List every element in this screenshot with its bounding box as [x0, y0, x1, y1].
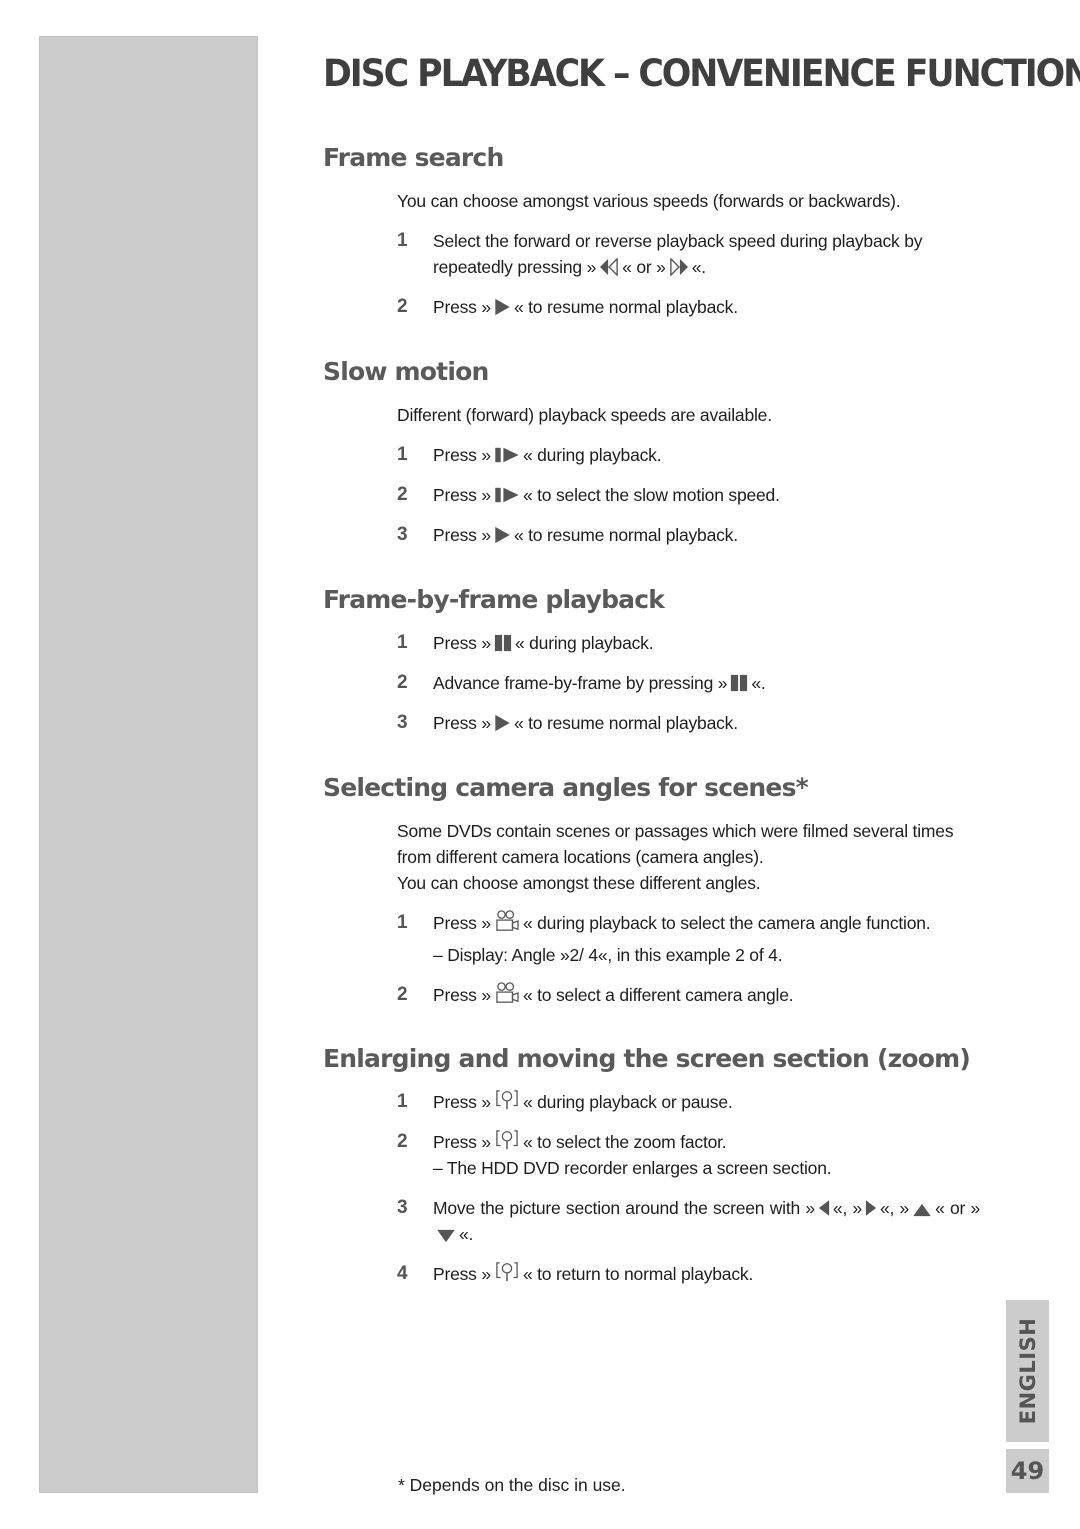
step-text: « to resume normal playback. [513, 713, 738, 733]
play-icon [494, 526, 511, 544]
step-number: 3 [397, 1197, 408, 1218]
step-item: 1 Press » « during playback or pause. [397, 1089, 980, 1115]
section-heading: Enlarging and moving the screen section … [323, 1044, 971, 1073]
step-item: 3 Press » « to resume normal playback. [397, 522, 983, 548]
step-number: 1 [397, 444, 408, 465]
step-text: « during playback. [514, 633, 654, 653]
step-text: Move the picture section around the scre… [433, 1198, 815, 1218]
pause-icon [494, 634, 512, 652]
step-item: 1 Select the forward or reverse playback… [397, 228, 983, 280]
zoom-icon [494, 1129, 520, 1151]
step-item: 2 Press » « to resume normal playback. [397, 294, 983, 320]
page-title: DISC PLAYBACK – CONVENIENCE FUNCTIONS [323, 52, 1080, 95]
play-icon [494, 298, 511, 316]
slow-motion-icon [494, 486, 520, 504]
step-text: « during playback to select the camera a… [522, 913, 931, 933]
step-text: Press » [433, 913, 491, 933]
section-camera-angles: Selecting camera angles for scenes* Some… [323, 772, 983, 1008]
section-heading: Slow motion [323, 357, 489, 386]
step-note: – Display: Angle »2/ 4«, in this example… [433, 945, 783, 965]
section-frame-by-frame: Frame-by-frame playback 1 Press » « durin… [323, 584, 983, 736]
step-item: 3 Move the picture section around the sc… [397, 1195, 980, 1247]
step-text: Advance frame-by-frame by pressing » [433, 673, 728, 693]
step-text: «. [751, 673, 766, 693]
pause-icon [730, 674, 748, 692]
language-tab: ENGLISH [1006, 1300, 1049, 1442]
step-text: Press » [433, 1132, 491, 1152]
page-number: 49 [1006, 1449, 1049, 1493]
rewind-icon [599, 258, 619, 276]
step-text: Press » [433, 713, 491, 733]
section-frame-search: Frame search You can choose amongst vari… [323, 142, 983, 320]
step-note: – The HDD DVD recorder enlarges a screen… [433, 1158, 832, 1178]
footnote: * Depends on the disc in use. [398, 1475, 626, 1495]
step-text: « to resume normal playback. [513, 297, 738, 317]
step-item: 1 Press » « during playback to select the… [397, 910, 983, 936]
zoom-icon [494, 1089, 520, 1111]
step-text: «, » [832, 1198, 862, 1218]
step-text: « to select a different camera angle. [522, 985, 794, 1005]
step-number: 2 [397, 672, 408, 693]
step-text: « or » [935, 1198, 981, 1218]
step-item: 1 Press » « during playback. [397, 630, 983, 656]
intro-text: You can choose amongst these different a… [397, 873, 761, 893]
step-text: Press » [433, 297, 491, 317]
step-text: Press » [433, 1264, 491, 1284]
step-number: 1 [397, 1091, 408, 1112]
section-heading: Frame search [323, 143, 504, 172]
arrow-down-icon [436, 1229, 456, 1243]
step-text: « to select the slow motion speed. [522, 485, 780, 505]
section-heading: Frame-by-frame playback [323, 585, 665, 614]
intro-text: Different (forward) playback speeds are … [397, 405, 772, 425]
step-item: 2 Advance frame-by-frame by pressing » «. [397, 670, 983, 696]
arrow-right-icon [865, 1199, 877, 1217]
step-text: « during playback or pause. [522, 1092, 733, 1112]
intro-text: You can choose amongst various speeds (f… [397, 191, 901, 211]
step-text: « during playback. [522, 445, 662, 465]
step-number: 2 [397, 296, 408, 317]
arrow-up-icon [912, 1203, 932, 1217]
step-item: 1 Press » « during playback. [397, 442, 983, 468]
step-item: 4 Press » « to return to normal playback. [397, 1261, 980, 1287]
step-number: 3 [397, 712, 408, 733]
step-text: Press » [433, 445, 491, 465]
step-item: 3 Press » « to resume normal playback. [397, 710, 983, 736]
step-text: Press » [433, 1092, 491, 1112]
step-text: «. [691, 257, 706, 277]
step-item: 2 Press » « to select the zoom factor. [397, 1129, 980, 1155]
section-heading: Selecting camera angles for scenes* [323, 773, 809, 802]
step-text: « to select the zoom factor. [522, 1132, 727, 1152]
step-text: Press » [433, 485, 491, 505]
step-text: Press » [433, 633, 491, 653]
step-item: 2 Press » « to select the slow motion spe… [397, 482, 983, 508]
intro-text: Some DVDs contain scenes or passages whi… [397, 821, 954, 867]
step-text: «, » [880, 1198, 910, 1218]
step-number: 2 [397, 484, 408, 505]
step-number: 1 [397, 632, 408, 653]
step-number: 4 [397, 1263, 408, 1284]
step-text: Press » [433, 985, 491, 1005]
fast-forward-icon [669, 258, 689, 276]
camera-angle-icon [494, 982, 520, 1004]
zoom-icon [494, 1261, 520, 1283]
step-number: 2 [397, 984, 408, 1005]
step-text: « to resume normal playback. [513, 525, 738, 545]
step-number: 2 [397, 1131, 408, 1152]
step-number: 1 [397, 912, 408, 933]
language-label: ENGLISH [1015, 1317, 1040, 1425]
camera-angle-icon [494, 910, 520, 932]
step-number: 1 [397, 230, 408, 251]
arrow-left-icon [818, 1199, 830, 1217]
play-icon [494, 714, 511, 732]
slow-motion-icon [494, 446, 520, 464]
step-item: 2 Press » « to select a different camera … [397, 982, 983, 1008]
sidebar-panel [39, 36, 258, 1493]
step-number: 3 [397, 524, 408, 545]
step-text: «. [459, 1224, 474, 1244]
step-text: « or » [622, 257, 666, 277]
step-text: Press » [433, 525, 491, 545]
section-slow-motion: Slow motion Different (forward) playback… [323, 356, 983, 548]
section-zoom: Enlarging and moving the screen section … [323, 1043, 1003, 1287]
step-text: « to return to normal playback. [522, 1264, 754, 1284]
